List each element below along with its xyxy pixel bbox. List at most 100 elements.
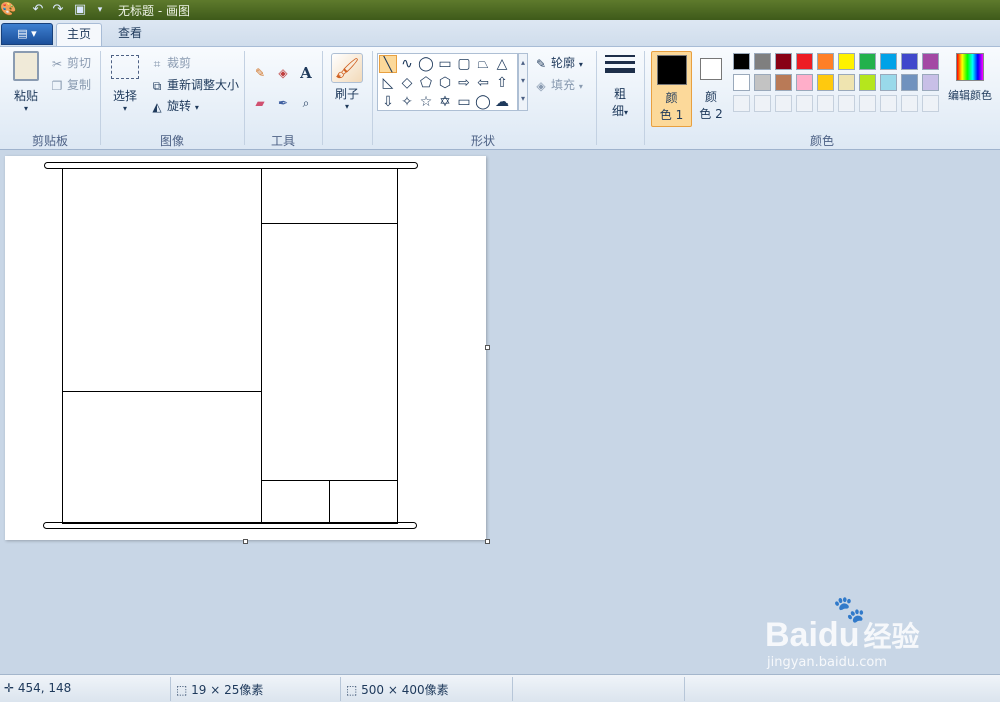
right-triangle-shape-icon[interactable]: ◺ [379,74,397,92]
color-swatch[interactable] [775,74,792,91]
oval-shape-icon[interactable]: ◯ [417,55,435,73]
color-swatch[interactable] [817,74,834,91]
color-swatch[interactable] [796,74,813,91]
tab-home[interactable]: 主页 [56,23,103,46]
color-swatch[interactable] [838,53,855,70]
color-2-button[interactable]: 颜 色 2 [695,51,727,127]
triangle-shape-icon[interactable]: △ [493,55,511,73]
six-point-star-shape-icon[interactable]: ✡ [436,93,454,111]
color-picker-icon[interactable]: ✒ [273,94,293,114]
clipboard-icon [13,51,39,81]
save-icon[interactable]: ▣ [72,2,88,18]
color-swatch[interactable] [922,74,939,91]
tab-view[interactable]: 查看 [108,23,152,46]
color-1-swatch [656,55,687,85]
fill-button[interactable]: ◈ 填充 ▾ [534,76,582,93]
color-swatch[interactable] [901,53,918,70]
left-arrow-shape-icon[interactable]: ⇦ [474,74,492,92]
curve-shape-icon[interactable]: ∿ [398,55,416,73]
oval-callout-shape-icon[interactable]: ◯ [474,93,492,111]
custom-color-slot[interactable] [880,95,897,112]
pentagon-shape-icon[interactable]: ⬠ [417,74,435,92]
rectangle-shape-icon[interactable]: ▭ [436,55,454,73]
color-swatch[interactable] [922,53,939,70]
outline-button[interactable]: ✎ 轮廓 ▾ [534,54,583,71]
custom-color-slot[interactable] [901,95,918,112]
ribbon-tabs: ▤ ▾ 主页 查看 [0,20,1000,46]
rectangular-callout-shape-icon[interactable]: ▭ [455,93,473,111]
rotate-button[interactable]: ◭ 旋转 ▾ [150,97,199,114]
four-point-star-shape-icon[interactable]: ✧ [398,93,416,111]
paint-app-icon[interactable]: 🎨 [0,2,16,18]
divider [340,677,341,701]
color-swatch[interactable] [901,74,918,91]
edit-colors-button[interactable]: 编辑颜色 [945,53,995,103]
resize-handle-bottom[interactable] [243,539,248,544]
text-tool-icon[interactable]: A [296,64,316,84]
resize-button[interactable]: ⧉ 重新调整大小 [150,76,239,93]
down-arrow-shape-icon[interactable]: ⇩ [379,93,397,111]
magnifier-icon[interactable]: ⌕ [296,94,316,114]
diamond-shape-icon[interactable]: ◇ [398,74,416,92]
resize-handle-corner[interactable] [485,539,490,544]
drawing-canvas[interactable] [5,156,486,540]
color-swatch[interactable] [880,53,897,70]
fill-icon: ◈ [536,78,546,93]
color-swatch[interactable] [733,53,750,70]
shapes-scroll-buttons[interactable]: ▴ ▾ ▾ [518,53,528,111]
color-swatch[interactable] [754,53,771,70]
window-title: 无标题 - 画图 [118,4,190,18]
color-swatch[interactable] [754,74,771,91]
crop-button[interactable]: ⌗ 裁剪 [150,54,191,71]
cloud-callout-shape-icon[interactable]: ☁ [493,93,511,111]
size-button[interactable]: 粗 细▾ [602,55,638,119]
file-menu-button[interactable]: ▤ ▾ [1,23,53,45]
color-1-button[interactable]: 颜 色 1 [651,51,692,127]
custom-color-slot[interactable] [922,95,939,112]
custom-color-slot[interactable] [733,95,750,112]
color-swatch[interactable] [859,53,876,70]
custom-color-slot[interactable] [838,95,855,112]
hexagon-shape-icon[interactable]: ⬡ [436,74,454,92]
rounded-rectangle-shape-icon[interactable]: ▢ [455,55,473,73]
pencil-icon[interactable]: ✎ [250,64,270,84]
paste-button[interactable]: 粘贴 ▾ [8,51,44,113]
color-swatch[interactable] [880,74,897,91]
baidu-jingyan-watermark: 🐾 Baidu 经验 jingyan.baidu.com [765,597,965,677]
color-swatch[interactable] [817,53,834,70]
paste-label: 粘贴 [13,89,38,103]
custom-color-slot[interactable] [859,95,876,112]
custom-color-slot[interactable] [796,95,813,112]
color-swatch[interactable] [775,53,792,70]
chevron-down-icon: ▾ [194,103,199,112]
color-2-swatch [700,58,722,80]
select-button[interactable]: 选择 ▾ [108,55,142,113]
color-swatch[interactable] [796,53,813,70]
undo-icon[interactable]: ↶ [30,2,46,18]
brushes-button[interactable]: 🖌 刷子 ▾ [328,53,366,111]
up-arrow-shape-icon[interactable]: ⇧ [493,74,511,92]
line-shape-icon[interactable]: ╲ [379,55,397,73]
canvas-size: ⬚ 500 × 400像素 [346,683,449,697]
color-1-label-1: 颜 [665,91,678,105]
divider [644,51,645,145]
custom-color-slot[interactable] [817,95,834,112]
color-swatch[interactable] [733,74,750,91]
fill-bucket-icon[interactable]: ◈ [273,64,293,84]
custom-color-slot[interactable] [754,95,771,112]
color-swatch[interactable] [859,74,876,91]
resize-icon: ⧉ [152,78,162,93]
resize-handle-right[interactable] [485,345,490,350]
color-swatch[interactable] [838,74,855,91]
redo-icon[interactable]: ↷ [50,2,66,18]
polygon-shape-icon[interactable]: ⏢ [474,55,492,73]
custom-color-slot[interactable] [775,95,792,112]
five-point-star-shape-icon[interactable]: ☆ [417,93,435,111]
watermark-brand-3: 经验 [863,621,920,652]
cut-button[interactable]: ✂ 剪切 [50,54,91,71]
copy-button[interactable]: ❐ 复制 [50,76,91,93]
right-arrow-shape-icon[interactable]: ⇨ [455,74,473,92]
quick-access-dropdown-icon[interactable]: ▾ [92,2,108,18]
outer-frame [62,168,398,524]
eraser-icon[interactable]: ▰ [250,94,270,114]
